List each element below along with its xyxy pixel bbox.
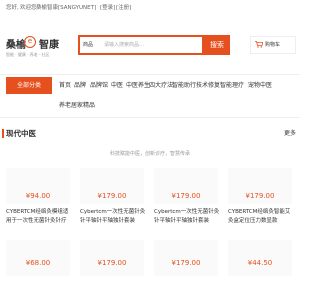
product-price: ¥68.00 xyxy=(25,259,51,267)
product-price: ¥179.00 xyxy=(97,259,127,267)
all-categories-button[interactable]: 全部分类 xyxy=(6,77,52,94)
logo-slogan: 智能 · 健康 · 养老 · 社区 xyxy=(6,52,50,57)
nav-item-tcm[interactable]: 中医 xyxy=(111,77,123,94)
nav-item-therapies[interactable]: 四大疗法 xyxy=(149,77,173,94)
cart-icon xyxy=(255,41,263,48)
logo-mark-icon: e xyxy=(24,36,36,48)
nav-top-divider xyxy=(0,74,300,75)
nav-item-pet-tcm[interactable]: 宠物中医 xyxy=(248,77,272,94)
search-category[interactable]: 商品 xyxy=(83,37,93,53)
nav-item-brand[interactable]: 品牌 xyxy=(74,77,86,94)
product-image xyxy=(154,240,218,276)
product-title[interactable]: CYBERTCM经络灸智能艾灸盒定位压力数显款 xyxy=(228,208,294,226)
search-box: 商品 xyxy=(78,35,204,55)
nav-item-tech-repair[interactable]: 技术修复 xyxy=(196,77,220,94)
product-card[interactable]: ¥179.00 xyxy=(80,240,144,300)
logo-text-right: 智康 xyxy=(39,40,59,51)
nav-item-home[interactable]: 首页 xyxy=(59,77,71,94)
nav-item-smart-mobility[interactable]: 智能助行 xyxy=(172,77,196,94)
product-card[interactable]: ¥44.50 xyxy=(228,240,292,300)
product-title[interactable]: Cybertcm一次性无菌针灸针平轴针平轴独针套装 xyxy=(80,208,146,226)
nav-bottom-divider xyxy=(0,117,300,118)
more-link[interactable]: 更多 xyxy=(284,128,296,137)
cart-label: 购物车 xyxy=(265,42,281,48)
top-bar: 您好, 欢迎您 桑榆智康[SANGYUNET] [登录] [注册] xyxy=(0,0,300,16)
product-title[interactable]: CYBERTCM经络灸模组适用于一次性无菌针灸针疗 xyxy=(6,208,72,226)
login-link[interactable]: [登录] xyxy=(100,0,115,16)
logo-text-left: 桑榆 xyxy=(6,40,26,51)
product-card[interactable]: ¥94.00 CYBERTCM经络灸模组适用于一次性无菌针灸针疗 xyxy=(6,168,70,224)
nav-item-tcm-wellness[interactable]: 中医养生 xyxy=(126,77,150,94)
section-accent xyxy=(2,129,4,138)
product-price: ¥179.00 xyxy=(171,192,201,200)
search-button[interactable]: 搜索 xyxy=(204,35,230,55)
register-link[interactable]: [注册] xyxy=(116,0,131,16)
product-price: ¥94.00 xyxy=(25,192,51,200)
site-logo[interactable]: 桑榆 e 智康 智能 · 健康 · 养老 · 社区 xyxy=(6,32,62,62)
nav-item-home-care[interactable]: 养老居家精品 xyxy=(59,97,95,114)
welcome-suffix: 欢迎您 xyxy=(20,5,37,11)
product-card[interactable]: ¥68.00 xyxy=(6,240,70,300)
product-price: ¥44.50 xyxy=(247,259,273,267)
product-card[interactable]: ¥179.00 Cybertcm一次性无菌针灸针平轴针平轴独针套装 xyxy=(80,168,146,226)
username-link[interactable]: 桑榆智康[SANGYUNET] xyxy=(36,0,96,16)
nav-item-brand-hall[interactable]: 品牌馆 xyxy=(90,77,108,94)
cart-button[interactable]: 购物车 xyxy=(250,36,296,54)
product-price: ¥179.00 xyxy=(245,192,275,200)
product-image xyxy=(228,240,292,276)
product-title[interactable]: Cybertcm一次性无菌针灸针平轴针平轴独针套装 xyxy=(154,208,220,226)
product-card[interactable]: ¥179.00 CYBERTCM经络灸智能艾灸盒定位压力数显款 xyxy=(228,168,292,224)
section-title: 现代中医 xyxy=(6,129,36,138)
product-image xyxy=(80,240,144,276)
product-card[interactable]: ¥179.00 Cybertcm一次性无菌针灸针平轴针平轴独针套装 xyxy=(154,168,220,226)
product-image xyxy=(6,240,70,276)
welcome-text: 您好, xyxy=(6,5,19,11)
section-subtitle: 科技赋能中医，创新诊疗，智慧传承 xyxy=(109,151,190,157)
product-price: ¥179.00 xyxy=(97,192,127,200)
product-price: ¥179.00 xyxy=(171,259,201,267)
search-input[interactable] xyxy=(104,39,200,51)
nav-item-smart-therapy[interactable]: 智能理疗 xyxy=(220,77,244,94)
product-card[interactable]: ¥179.00 xyxy=(154,240,218,300)
